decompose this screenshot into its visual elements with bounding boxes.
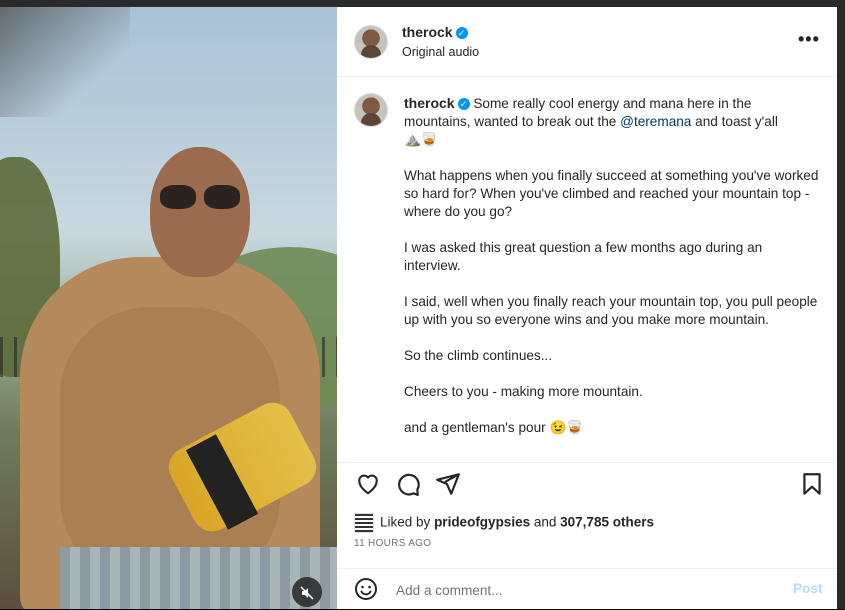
likes-prefix: Liked by (380, 514, 431, 530)
share-icon[interactable] (435, 471, 461, 497)
author-username[interactable]: therock (402, 24, 453, 40)
comment-composer: Post (337, 568, 837, 610)
caption-avatar[interactable] (354, 93, 388, 127)
author-avatar[interactable] (354, 25, 388, 59)
verified-badge-icon: ✓ (457, 98, 470, 111)
verified-badge-icon: ✓ (455, 26, 468, 39)
caption-intro-end: and toast y'all (695, 114, 778, 129)
post-button[interactable]: Post (793, 581, 822, 596)
tree-branch (0, 7, 130, 117)
likes-count-link[interactable]: 307,785 others (560, 515, 654, 530)
backdrop-top (0, 0, 845, 7)
bookmark-icon[interactable] (799, 471, 825, 497)
caption-last-emoji: 😉🥃 (549, 420, 584, 435)
muted-speaker-icon (300, 586, 314, 600)
caption-paragraph: I said, well when you finally reach your… (404, 294, 818, 327)
action-bar (337, 462, 837, 503)
comment-icon[interactable] (395, 471, 421, 497)
caption-paragraph: Cheers to you - making more mountain. (404, 384, 643, 399)
post-header: therock ✓ Original audio ••• (337, 7, 837, 77)
post-timestamp[interactable]: 11 HOURS AGO (354, 538, 431, 549)
caption-paragraph: So the climb continues... (404, 348, 553, 363)
likes-summary: Liked by prideofgypsies and 307,785 othe… (354, 513, 654, 533)
post-video[interactable] (0, 7, 337, 609)
likes-joiner: and (533, 514, 557, 530)
mention-link[interactable]: @teremana (620, 114, 691, 129)
audio-link[interactable]: Original audio (402, 45, 479, 59)
caption-paragraph: What happens when you finally succeed at… (404, 168, 819, 219)
caption-emoji: ⛰️🥃 (404, 132, 438, 147)
caption-first-paragraph: therock ✓ Some really cool energy and man… (404, 94, 819, 149)
person-head (150, 147, 250, 277)
mute-button[interactable] (292, 577, 322, 607)
liker-username[interactable]: prideofgypsies (434, 515, 530, 530)
caption-text: therock ✓ Some really cool energy and man… (404, 94, 819, 455)
caption-last-text: and a gentleman's pour (404, 420, 546, 435)
more-options-icon[interactable]: ••• (798, 29, 820, 50)
caption-last-paragraph: and a gentleman's pour 😉🥃 (404, 419, 819, 437)
post-panel: therock ✓ Original audio ••• therock ✓ Som… (337, 7, 837, 609)
author-name[interactable]: therock ✓ (402, 24, 468, 42)
caption-username[interactable]: therock (404, 95, 455, 111)
sunglasses (160, 185, 240, 209)
liker-avatar[interactable] (354, 513, 374, 533)
comment-input[interactable] (394, 578, 778, 602)
caption-section: therock ✓ Some really cool energy and man… (337, 77, 837, 461)
backdrop-right (837, 0, 845, 609)
emoji-icon[interactable] (354, 577, 378, 601)
caption-paragraph: I was asked this great question a few mo… (404, 240, 763, 273)
heart-icon[interactable] (355, 471, 381, 497)
